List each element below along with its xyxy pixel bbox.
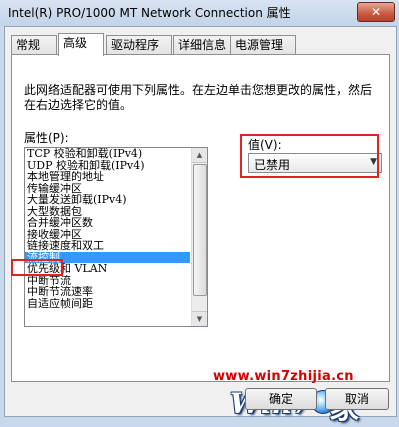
- highlight-box-property: [11, 259, 63, 276]
- tab-power-management[interactable]: 电源管理: [230, 35, 296, 54]
- scroll-down-arrow-icon[interactable]: ▼: [192, 311, 207, 326]
- list-item[interactable]: 自适应帧间距: [25, 298, 190, 310]
- window-title: Intel(R) PRO/1000 MT Network Connection …: [8, 6, 291, 20]
- tab-general[interactable]: 常规: [11, 35, 57, 54]
- list-item[interactable]: TCP 校验和卸载(IPv4): [25, 148, 190, 160]
- property-list: TCP 校验和卸载(IPv4) UDP 校验和卸载(IPv4) 本地管理的地址 …: [25, 148, 190, 309]
- tab-advanced[interactable]: 高级: [58, 33, 104, 56]
- list-item[interactable]: 合并缓冲区数: [25, 217, 190, 229]
- advanced-panel: 此网络适配器可使用下列属性。在左边单击您想更改的属性，然后在右边选择它的值。 属…: [11, 54, 390, 382]
- description-text: 此网络适配器可使用下列属性。在左边单击您想更改的属性，然后在右边选择它的值。: [24, 83, 373, 112]
- list-item[interactable]: 中断节流速率: [25, 286, 190, 298]
- vertical-scrollbar[interactable]: ▲ ▼: [191, 148, 207, 326]
- tab-driver[interactable]: 驱动程序: [106, 35, 172, 54]
- highlight-box-value: [240, 134, 379, 178]
- watermark-url: www.win7zhijia.cn: [213, 369, 354, 384]
- list-item[interactable]: 接收缓冲区: [25, 229, 190, 241]
- property-listbox[interactable]: TCP 校验和卸载(IPv4) UDP 校验和卸载(IPv4) 本地管理的地址 …: [24, 147, 208, 327]
- list-item[interactable]: 本地管理的地址: [25, 171, 190, 183]
- list-item[interactable]: 传输缓冲区: [25, 183, 190, 195]
- scroll-up-arrow-icon[interactable]: ▲: [192, 148, 207, 163]
- list-item[interactable]: UDP 校验和卸载(IPv4): [25, 160, 190, 172]
- list-item[interactable]: 大量发送卸载(IPv4): [25, 194, 190, 206]
- scrollbar-thumb[interactable]: [193, 164, 207, 296]
- ok-button[interactable]: 确定: [245, 388, 317, 410]
- dialog-body: 常规 高级 驱动程序 详细信息 电源管理 此网络适配器可使用下列属性。在左边单击…: [4, 26, 397, 426]
- property-label: 属性(P):: [24, 131, 69, 145]
- cancel-button[interactable]: 取消: [325, 388, 389, 410]
- title-bar: Intel(R) PRO/1000 MT Network Connection …: [0, 0, 399, 26]
- close-icon: ✕: [370, 5, 382, 19]
- list-item[interactable]: 大型数据包: [25, 206, 190, 218]
- list-item[interactable]: 中断节流: [25, 275, 190, 287]
- close-button[interactable]: ✕: [357, 2, 395, 22]
- list-item[interactable]: 链接速度和双工: [25, 240, 190, 252]
